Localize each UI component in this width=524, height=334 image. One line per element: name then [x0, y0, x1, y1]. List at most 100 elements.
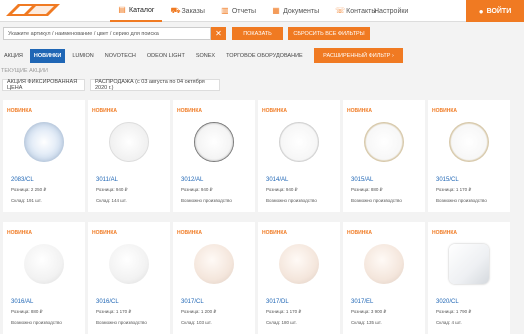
product-code-link[interactable]: 2083/CL [11, 177, 34, 183]
product-price: Розница: 2 250 ₽ [11, 187, 47, 192]
promo-sale[interactable]: РАСПРОДАЖА (с 03 августа по 04 октября 2… [90, 79, 220, 91]
product-code-link[interactable]: 3015/CL [436, 177, 459, 183]
product-price: Розница: 880 ₽ [11, 309, 43, 314]
new-badge: НОВИНКА [7, 108, 32, 114]
product-price: Розница: 940 ₽ [266, 187, 298, 192]
product-stock: Возможно производство [436, 198, 487, 203]
product-code-link[interactable]: 3017/CL [181, 299, 204, 305]
product-code-link[interactable]: 3020/CL [436, 299, 459, 305]
product-card[interactable]: НОВИНКА 2083/CL Розница: 2 250 ₽ Склад: 191… [3, 100, 85, 212]
brand-tab[interactable]: SONEX [192, 49, 219, 63]
product-stock: Склад: 4 шт. [436, 320, 462, 325]
extended-filter-button[interactable]: РАСШИРЕННЫЙ ФИЛЬТР › [314, 48, 403, 63]
nav-item-3[interactable]: ▦ Документы [264, 0, 327, 22]
close-icon: ✕ [215, 29, 222, 38]
product-card[interactable]: НОВИНКА 3014/AL Розница: 940 ₽ Возможно про… [258, 100, 340, 212]
search-input[interactable]: Укажите артикул / наименование / цвет / … [3, 27, 211, 40]
product-card[interactable]: НОВИНКА 3017/CL Розница: 1 200 ₽ Склад: 103… [173, 222, 255, 334]
nav-label: Контакты [346, 7, 377, 15]
reset-filters-button[interactable]: СБРОСИТЬ ВСЕ ФИЛЬТРЫ [288, 27, 370, 40]
product-stock: Склад: 191 шт. [11, 198, 42, 203]
nav-label: Документы [283, 7, 320, 15]
product-image[interactable] [449, 244, 489, 284]
product-image[interactable] [364, 122, 404, 162]
new-badge: НОВИНКА [432, 108, 457, 114]
product-code-link[interactable]: 3012/AL [181, 177, 203, 183]
brand-tab[interactable]: ТОРГОВОЕ ОБОРУДОВАНИЕ [222, 49, 307, 63]
product-code-link[interactable]: 3017/EL [351, 299, 373, 305]
product-card[interactable]: НОВИНКА 3016/AL Розница: 880 ₽ Возможно про… [3, 222, 85, 334]
new-badge: НОВИНКА [262, 108, 287, 114]
brand-tab[interactable]: АКЦИЯ [0, 49, 27, 63]
login-button[interactable]: ● ВОЙТИ [466, 0, 524, 22]
product-code-link[interactable]: 3011/AL [96, 177, 118, 183]
product-card[interactable]: НОВИНКА 3011/AL Розница: 940 ₽ Склад: 144 ш… [88, 100, 170, 212]
product-image[interactable] [279, 244, 319, 284]
product-image[interactable] [449, 122, 489, 162]
report-icon: ▥ [221, 6, 229, 15]
product-price: Розница: 1 170 ₽ [266, 309, 302, 314]
user-icon: ● [478, 6, 484, 16]
product-image[interactable] [194, 122, 234, 162]
document-icon: ▦ [272, 6, 280, 15]
promo-heading: ТЕКУЩИЕ АКЦИИ [1, 68, 48, 74]
brand-tab[interactable]: НОВИНКИ [29, 49, 66, 63]
product-card[interactable]: НОВИНКА 3015/AL Розница: 880 ₽ Возможно про… [343, 100, 425, 212]
product-stock: Возможно производство [351, 198, 402, 203]
product-price: Розница: 1 200 ₽ [181, 309, 217, 314]
product-price: Розница: 1 790 ₽ [436, 309, 472, 314]
settings-link[interactable]: Настройки [374, 0, 408, 22]
show-button[interactable]: ПОКАЗАТЬ [232, 27, 283, 40]
nav-item-1[interactable]: ⛟ Заказы [162, 0, 212, 22]
top-bar: ▤ Каталог ⛟ Заказы ▥ Отчеты ▦ Документы ☏ Контакт… [0, 0, 524, 22]
product-price: Розница: 1 170 ₽ [436, 187, 472, 192]
product-code-link[interactable]: 3014/AL [266, 177, 288, 183]
product-image[interactable] [364, 244, 404, 284]
product-card[interactable]: НОВИНКА 3015/CL Розница: 1 170 ₽ Возможно п… [428, 100, 510, 212]
product-stock: Возможно производство [11, 320, 62, 325]
new-badge: НОВИНКА [432, 230, 457, 236]
brand-tab[interactable]: NOVOTECH [101, 49, 140, 63]
product-stock: Возможно производство [181, 198, 232, 203]
product-card[interactable]: НОВИНКА 3017/EL Розница: 3 900 ₽ Склад: 135… [343, 222, 425, 334]
product-code-link[interactable]: 3016/CL [96, 299, 119, 305]
main-nav: ▤ Каталог ⛟ Заказы ▥ Отчеты ▦ Документы ☏ Контакт… [110, 0, 384, 22]
new-badge: НОВИНКА [262, 230, 287, 236]
product-image[interactable] [279, 122, 319, 162]
product-stock: Возможно производство [266, 198, 317, 203]
new-badge: НОВИНКА [92, 108, 117, 114]
product-code-link[interactable]: 3016/AL [11, 299, 33, 305]
login-label: ВОЙТИ [486, 7, 512, 15]
product-stock: Склад: 180 шт. [266, 320, 297, 325]
product-image[interactable] [109, 122, 149, 162]
cart-icon: ⛟ [170, 6, 181, 15]
product-card[interactable]: НОВИНКА 3020/CL Розница: 1 790 ₽ Склад: 4 ш… [428, 222, 510, 334]
nav-item-2[interactable]: ▥ Отчеты [213, 0, 264, 22]
new-badge: НОВИНКА [7, 230, 32, 236]
nav-label: Отчеты [231, 7, 257, 15]
phone-icon: ☏ [335, 6, 346, 15]
product-code-link[interactable]: 3017/DL [266, 299, 289, 305]
product-card[interactable]: НОВИНКА 3012/AL Розница: 940 ₽ Возможно про… [173, 100, 255, 212]
product-stock: Склад: 144 шт. [96, 198, 127, 203]
product-code-link[interactable]: 3015/AL [351, 177, 373, 183]
product-image[interactable] [109, 244, 149, 284]
logo[interactable] [4, 2, 62, 18]
promo-fixed-price[interactable]: АКЦИЯ ФИКСИРОВАННАЯ ЦЕНА [2, 79, 85, 91]
product-image[interactable] [24, 244, 64, 284]
product-stock: Склад: 135 шт. [351, 320, 382, 325]
product-price: Розница: 940 ₽ [96, 187, 128, 192]
nav-label: Заказы [181, 7, 205, 15]
product-card[interactable]: НОВИНКА 3017/DL Розница: 1 170 ₽ Склад: 180… [258, 222, 340, 334]
clear-search-button[interactable]: ✕ [211, 27, 226, 40]
product-image[interactable] [194, 244, 234, 284]
product-image[interactable] [24, 122, 64, 162]
new-badge: НОВИНКА [347, 108, 372, 114]
brand-tab[interactable]: ODEON LIGHT [143, 49, 189, 63]
nav-item-0[interactable]: ▤ Каталог [110, 0, 163, 22]
brand-tab[interactable]: LUMION [68, 49, 97, 63]
product-card[interactable]: НОВИНКА 3016/CL Розница: 1 170 ₽ Возможно п… [88, 222, 170, 334]
catalog-icon: ▤ [118, 5, 126, 14]
new-badge: НОВИНКА [177, 230, 202, 236]
new-badge: НОВИНКА [92, 230, 117, 236]
